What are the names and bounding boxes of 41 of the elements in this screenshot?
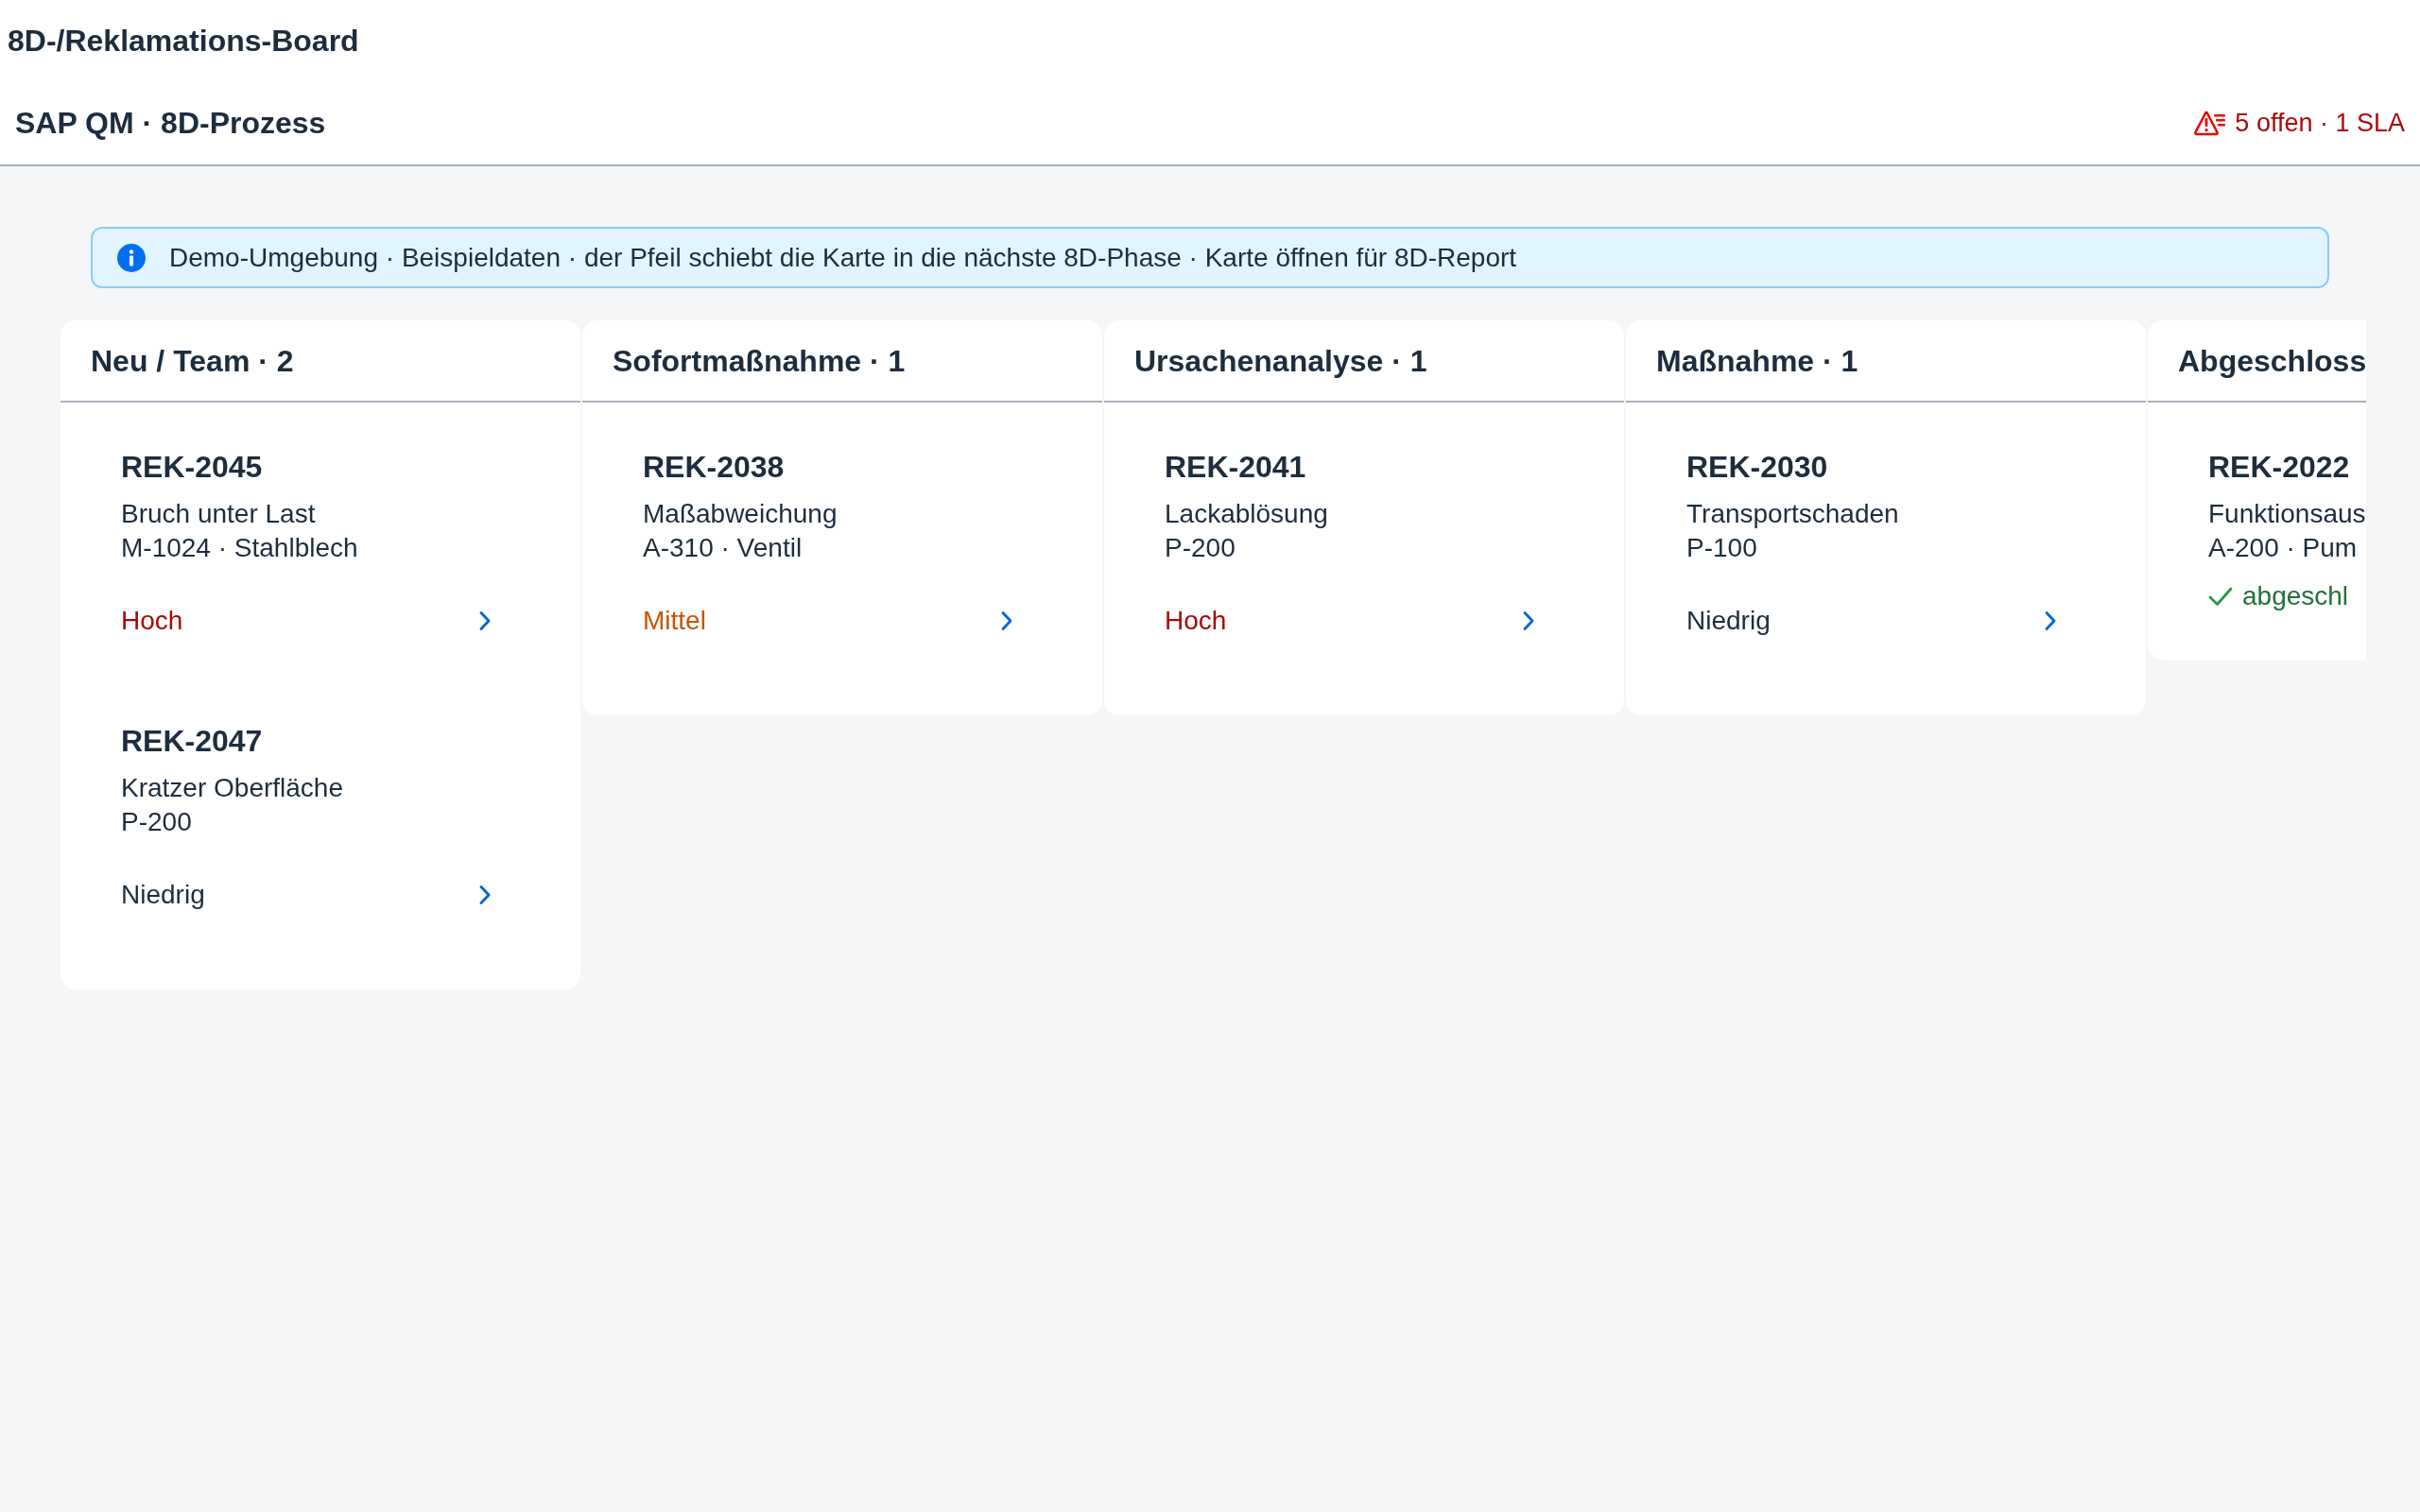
priority-label: Niedrig	[1686, 605, 1771, 637]
part-text: M-1024 · Stahlblech	[121, 532, 359, 564]
defect-text: Transportschaden	[1686, 498, 1900, 530]
complaint-id: REK-2047	[121, 723, 264, 760]
part-text: A-310 · Ventil	[643, 532, 804, 564]
complaint-id: REK-2038	[643, 449, 786, 486]
check-icon	[2208, 586, 2233, 607]
column-title: Abgeschloss	[2178, 342, 2367, 380]
info-message: Demo-Umgebung · Beispieldaten · der Pfeil schiebt die Karte in die nächste 8D-Phase · Karte öffnen für 8D-Report	[169, 241, 1517, 274]
page-subtitle: SAP QM · 8D-Prozess	[15, 105, 326, 142]
app-title: 8D-/Reklamations-Board	[8, 23, 359, 60]
defect-text: Kratzer Oberfläche	[121, 772, 344, 804]
complaint-id: REK-2030	[1686, 449, 1829, 486]
alert-summary: 5 offen · 1 SLA	[2235, 108, 2405, 139]
priority-label: Niedrig	[121, 879, 205, 911]
column-title: Ursachenanalyse · 1	[1134, 342, 1427, 380]
info-icon	[117, 243, 146, 272]
defect-text: Funktionsaus	[2208, 498, 2367, 530]
complaint-id: REK-2022	[2208, 449, 2351, 486]
chevron-icon	[1522, 610, 1535, 631]
status-label: abgeschl	[2242, 580, 2349, 612]
part-text: A-200 · Pum	[2208, 532, 2359, 564]
priority-label: Mittel	[643, 605, 706, 637]
priority-label: Hoch	[1165, 605, 1227, 637]
warning-icon	[2193, 109, 2228, 137]
part-text: P-200	[121, 806, 193, 838]
part-text: P-100	[1686, 532, 1758, 564]
column-title: Maßnahme · 1	[1656, 342, 1858, 380]
chevron-icon	[1000, 610, 1013, 631]
defect-text: Maßabweichung	[643, 498, 838, 530]
complaint-id: REK-2041	[1165, 449, 1307, 486]
column-title: Sofortmaßnahme · 1	[613, 342, 906, 380]
complaint-id: REK-2045	[121, 449, 264, 486]
chevron-icon	[478, 610, 492, 631]
chevron-icon	[478, 885, 492, 905]
chevron-icon	[2044, 610, 2057, 631]
defect-text: Bruch unter Last	[121, 498, 317, 530]
priority-label: Hoch	[121, 605, 183, 637]
column-title: Neu / Team · 2	[91, 342, 294, 380]
defect-text: Lackablösung	[1165, 498, 1329, 530]
part-text: P-200	[1165, 532, 1236, 564]
